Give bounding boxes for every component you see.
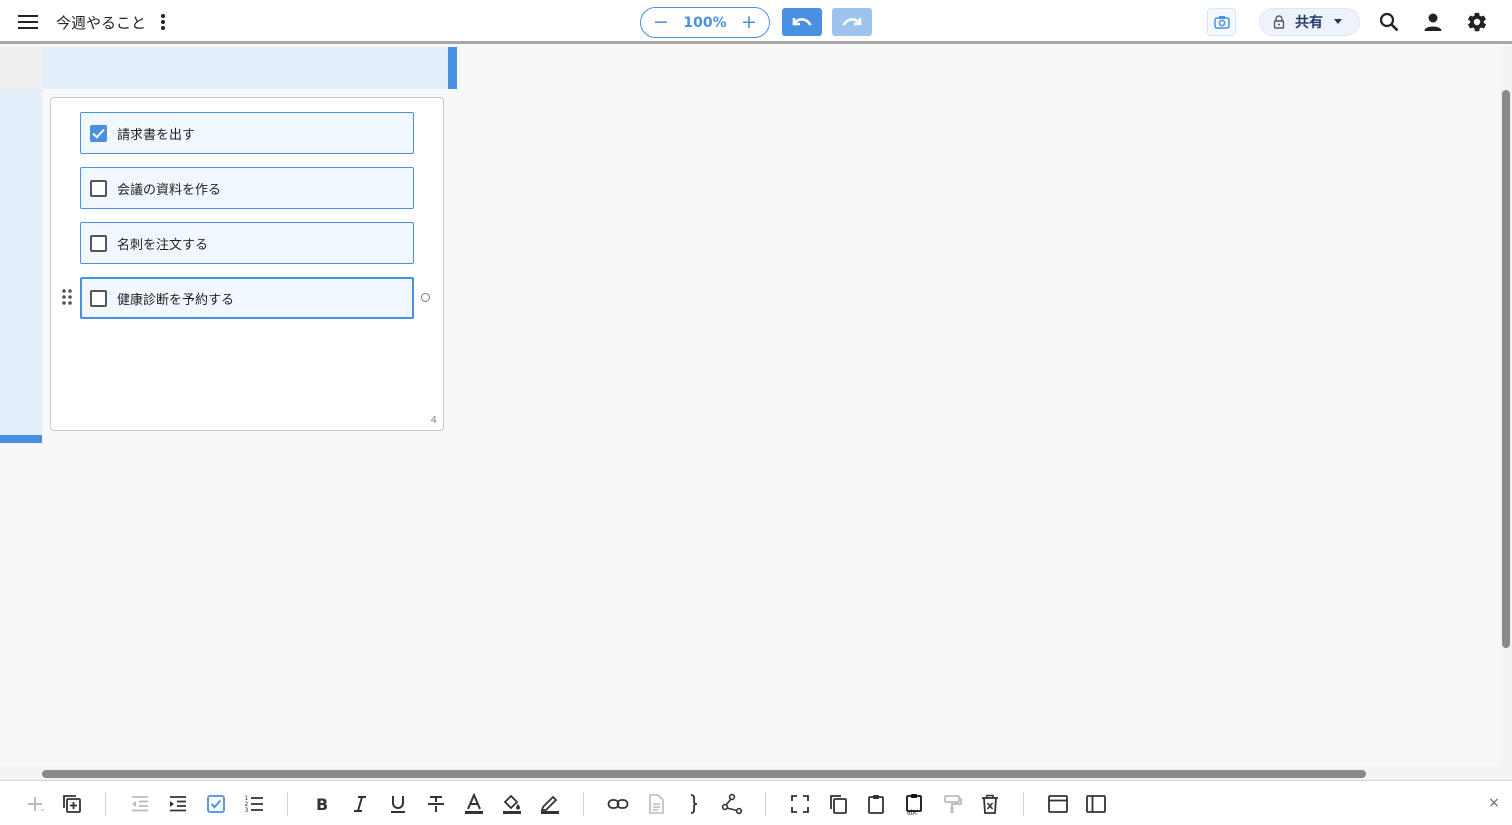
task-label[interactable]: 請求書を出す [117,124,195,143]
menu-icon[interactable] [14,8,42,36]
bottom-toolbar: 123 B abc × [0,780,1512,825]
checklist-icon[interactable] [203,791,229,817]
link-icon[interactable] [605,791,631,817]
text-color-icon[interactable] [461,791,487,817]
item-count: 4 [430,415,437,426]
checkbox-unchecked[interactable] [90,179,107,197]
zoom-level[interactable]: 100% [683,15,726,31]
connect-icon[interactable] [719,791,745,817]
redo-button[interactable] [832,8,872,36]
duplicate-icon[interactable] [59,791,85,817]
zoom-in-button[interactable]: + [741,13,757,32]
column-resize-handle[interactable] [448,47,457,89]
svg-text:abc: abc [907,810,918,816]
paste-text-icon[interactable]: abc [901,791,927,817]
toolbar-separator [105,792,106,816]
more-vert-icon[interactable] [152,8,174,36]
check-icon [92,128,105,139]
snapshot-button[interactable] [1207,8,1236,36]
underline-icon[interactable] [385,791,411,817]
camera-icon [1213,16,1230,29]
checkbox-unchecked[interactable] [90,234,107,252]
bold-icon[interactable]: B [309,791,335,817]
task-label[interactable]: 健康診断を予約する [117,289,234,308]
copy-icon[interactable] [825,791,851,817]
account-icon[interactable] [1420,8,1446,36]
numbered-list-icon[interactable]: 123 [241,791,267,817]
caret-down-icon [1334,19,1342,24]
task-label[interactable]: 名刺を注文する [117,234,208,253]
toolbar-separator [765,792,766,816]
search-icon[interactable] [1376,8,1402,36]
sidebar-icon[interactable] [1083,791,1109,817]
vertical-scrollbar-thumb[interactable] [1502,90,1510,648]
fit-screen-icon[interactable] [787,791,813,817]
redo-icon [842,18,862,26]
brace-icon[interactable] [681,791,707,817]
undo-button[interactable] [782,8,822,36]
row-resize-handle[interactable] [0,435,42,443]
lock-icon [1273,15,1285,29]
fill-color-icon[interactable] [499,791,525,817]
checklist-card[interactable]: 請求書を出す 会議の資料を作る 名刺を注文する 健康診断を予約する 4 [50,97,444,431]
toolbar-separator [1023,792,1024,816]
paste-icon[interactable] [863,791,889,817]
note-icon[interactable] [643,791,669,817]
outdent-icon[interactable] [127,791,153,817]
connector-handle[interactable] [421,293,430,302]
share-label: 共有 [1295,15,1323,31]
toolbar-separator [287,792,288,816]
format-painter-icon[interactable] [939,791,965,817]
settings-gear-icon[interactable] [1464,8,1490,36]
task-item[interactable]: 名刺を注文する [80,222,414,264]
document-title[interactable]: 今週やること [56,12,146,33]
zoom-out-button[interactable]: − [653,13,669,32]
top-bar: 今週やること − 100% + 共有 [0,0,1512,44]
horizontal-scrollbar-thumb[interactable] [42,770,1366,778]
add-icon[interactable] [22,791,48,817]
checkbox-checked[interactable] [90,124,107,142]
italic-icon[interactable] [347,791,373,817]
share-button[interactable]: 共有 [1259,8,1360,36]
column-header[interactable] [42,47,448,89]
grid-corner [0,47,42,89]
task-item[interactable]: 請求書を出す [80,112,414,154]
svg-text:3: 3 [245,807,249,814]
task-item[interactable]: 会議の資料を作る [80,167,414,209]
zoom-control: − 100% + [640,7,770,38]
board-canvas[interactable]: 請求書を出す 会議の資料を作る 名刺を注文する 健康診断を予約する 4 [0,47,1500,767]
task-item-selected[interactable]: 健康診断を予約する [80,277,414,319]
window-icon[interactable] [1045,791,1071,817]
toolbar-separator [583,792,584,816]
task-label[interactable]: 会議の資料を作る [117,179,221,198]
delete-icon[interactable] [977,791,1003,817]
close-toolbar-button[interactable]: × [1484,793,1504,813]
checkbox-unchecked[interactable] [90,289,107,307]
undo-icon [792,18,812,26]
strikethrough-icon[interactable] [423,791,449,817]
svg-text:B: B [316,795,328,814]
indent-icon[interactable] [165,791,191,817]
highlight-icon[interactable] [537,791,563,817]
drag-handle-icon[interactable] [61,288,75,308]
row-header[interactable] [0,89,42,435]
